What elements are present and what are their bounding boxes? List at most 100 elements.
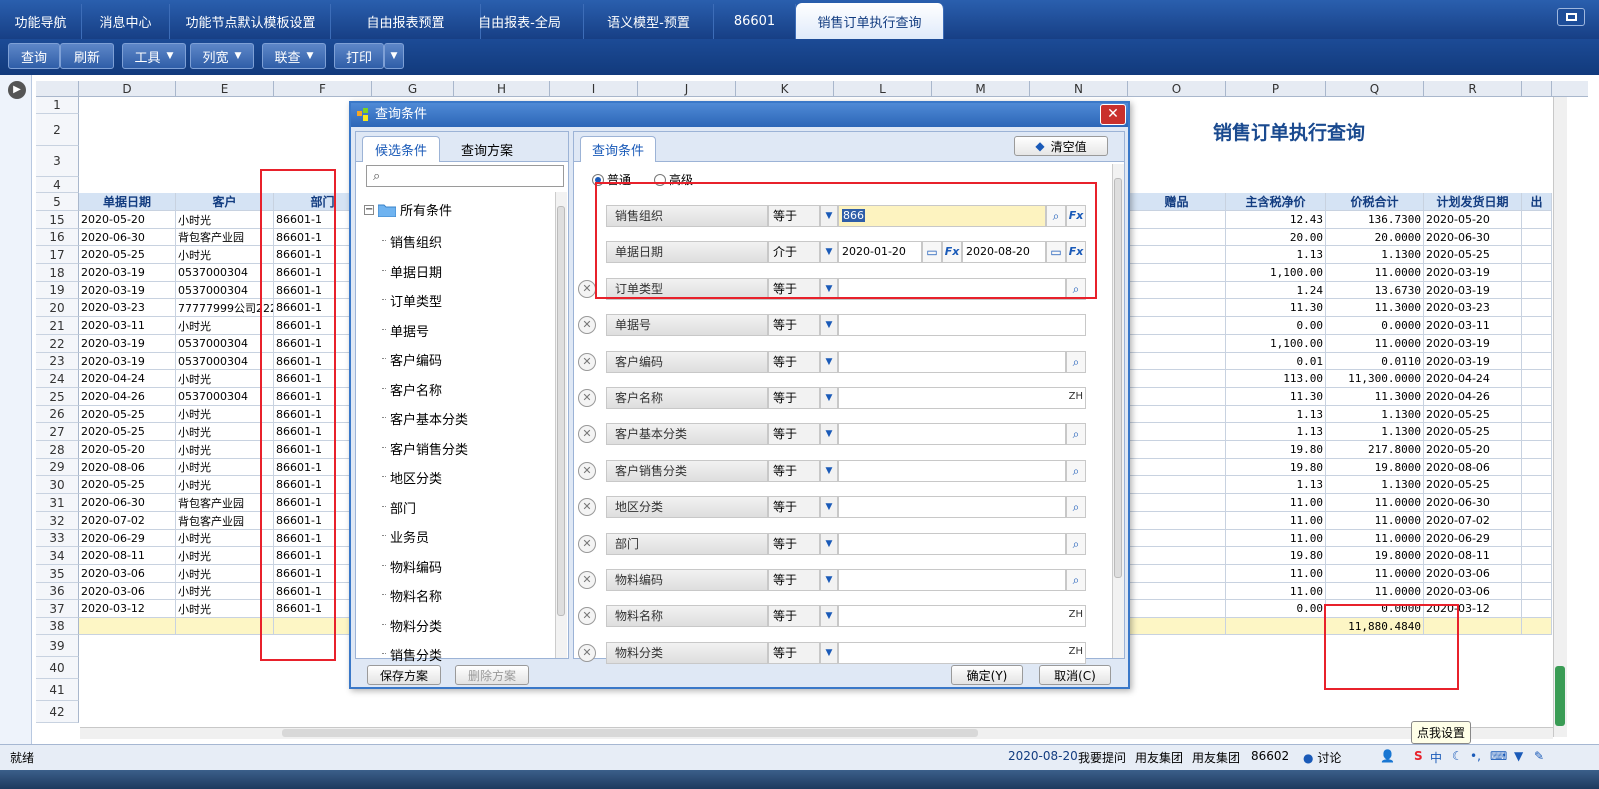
cell-empty[interactable] <box>1128 547 1226 565</box>
cell-net-price[interactable]: 11.00 <box>1226 530 1326 547</box>
vertical-scroll-thumb[interactable] <box>1555 666 1565 726</box>
corner-cell[interactable] <box>36 81 79 97</box>
dialog-title-bar[interactable]: 查询条件 <box>351 103 1128 127</box>
remove-condition-icon[interactable]: ✕ <box>578 498 596 517</box>
dialog-close-button[interactable]: ✕ <box>1100 104 1126 125</box>
condition-value-input[interactable] <box>838 387 1086 409</box>
cancel-button[interactable]: 取消(C) <box>1039 665 1111 685</box>
row-header[interactable]: 38 <box>36 618 79 635</box>
row-header[interactable]: 34 <box>36 547 79 565</box>
cell-date[interactable]: 2020-05-20 <box>79 441 176 459</box>
operator-select[interactable]: 等于 <box>768 350 820 373</box>
remove-condition-icon[interactable]: ✕ <box>578 607 596 626</box>
cell-total[interactable]: 13.6730 <box>1326 282 1424 299</box>
tree-item[interactable]: 物料名称 <box>381 586 442 605</box>
row-header[interactable]: 31 <box>36 494 79 512</box>
row-header[interactable]: 27 <box>36 423 79 441</box>
column-header[interactable]: I <box>550 81 638 97</box>
cell-empty[interactable] <box>1128 299 1226 317</box>
cell-empty[interactable] <box>1128 476 1226 494</box>
tree-item[interactable]: 订单类型 <box>381 291 442 310</box>
cell-net-price[interactable]: 11.30 <box>1226 299 1326 317</box>
horizontal-scroll-thumb[interactable] <box>282 729 978 737</box>
cell-date[interactable]: 2020-03-19 <box>79 264 176 282</box>
cell-empty[interactable] <box>1128 423 1226 441</box>
cell-net-price[interactable]: 113.00 <box>1226 370 1326 388</box>
cell-empty[interactable] <box>1128 264 1226 282</box>
tree-item[interactable]: 客户编码 <box>381 350 442 369</box>
cell-empty[interactable] <box>1128 512 1226 530</box>
cell-empty[interactable] <box>1128 317 1226 335</box>
cell-net-price[interactable]: 11.00 <box>1226 565 1326 583</box>
cell-ship-date[interactable]: 2020-05-20 <box>1424 441 1522 459</box>
moon-icon[interactable]: ☾ <box>1452 749 1463 763</box>
cell-empty[interactable] <box>1522 512 1552 530</box>
cell-empty[interactable] <box>1128 282 1226 299</box>
cell-total[interactable]: 11.0000 <box>1326 335 1424 353</box>
cell-empty[interactable] <box>1522 299 1552 317</box>
cell-ship-date[interactable]: 2020-03-19 <box>1424 264 1522 282</box>
row-header[interactable]: 15 <box>36 211 79 229</box>
column-header[interactable]: Q <box>1326 81 1424 97</box>
row-header[interactable]: 24 <box>36 370 79 388</box>
cell-date[interactable]: 2020-05-25 <box>79 423 176 441</box>
cell-empty[interactable] <box>1522 353 1552 370</box>
chevron-down-icon[interactable]: ▼ <box>820 387 838 409</box>
cell-date[interactable]: 2020-03-06 <box>79 583 176 600</box>
cell-ship-date[interactable]: 2020-03-19 <box>1424 353 1522 370</box>
operator-select[interactable]: 等于 <box>768 569 820 591</box>
cell-net-price[interactable]: 19.80 <box>1226 547 1326 565</box>
cell-empty[interactable] <box>1522 264 1552 282</box>
condition-value-input[interactable] <box>838 314 1086 337</box>
cell-total[interactable]: 19.8000 <box>1326 459 1424 476</box>
tree-root-all-conditions[interactable]: − 所有条件 <box>364 200 452 219</box>
cell-ship-date[interactable]: 2020-06-29 <box>1424 530 1522 547</box>
vertical-scrollbar[interactable] <box>1553 97 1567 737</box>
search-icon[interactable]: ⌕ <box>1066 532 1086 555</box>
language-switch[interactable]: ZH <box>1063 642 1083 664</box>
tree-item[interactable]: 部门 <box>381 498 416 517</box>
cell-total[interactable]: 217.8000 <box>1326 441 1424 459</box>
cell-empty[interactable] <box>1128 229 1226 246</box>
cell-empty[interactable] <box>1522 583 1552 600</box>
colwidth-menu-button[interactable]: 列宽 ▼ <box>190 43 254 69</box>
cell-ship-date[interactable]: 2020-03-19 <box>1424 335 1522 353</box>
cell-date[interactable]: 2020-05-25 <box>79 246 176 264</box>
cell-empty[interactable] <box>1522 494 1552 512</box>
row-header[interactable]: 4 <box>36 177 79 193</box>
cell-total[interactable]: 11.0000 <box>1326 565 1424 583</box>
row-header[interactable]: 26 <box>36 406 79 423</box>
row-header[interactable]: 22 <box>36 335 79 353</box>
cell-ship-date[interactable]: 2020-05-25 <box>1424 423 1522 441</box>
cell-empty[interactable] <box>1128 211 1226 229</box>
link-query-menu-button[interactable]: 联查 ▼ <box>262 43 326 69</box>
cell-date[interactable]: 2020-03-19 <box>79 335 176 353</box>
cell-total[interactable]: 1.1300 <box>1326 423 1424 441</box>
cell-empty[interactable] <box>1128 583 1226 600</box>
language-switch[interactable]: ZH <box>1063 605 1083 627</box>
cell-total[interactable]: 136.7300 <box>1326 211 1424 229</box>
row-header[interactable]: 3 <box>36 146 79 177</box>
cell-ship-date[interactable]: 2020-03-11 <box>1424 317 1522 335</box>
tab-4[interactable]: 自由报表-全局 <box>456 4 584 39</box>
chevron-down-icon[interactable]: ▼ <box>820 423 838 446</box>
row-header[interactable]: 36 <box>36 583 79 600</box>
row-header[interactable]: 1 <box>36 97 79 114</box>
cell-ship-date[interactable]: 2020-05-20 <box>1424 211 1522 229</box>
ime-logo-icon[interactable]: S <box>1414 749 1423 763</box>
tab-2[interactable]: 功能节点默认模板设置 <box>171 4 331 39</box>
tree-item[interactable]: 地区分类 <box>381 468 442 487</box>
tree-item[interactable]: 单据号 <box>381 321 429 340</box>
cell-date[interactable]: 2020-06-30 <box>79 494 176 512</box>
chevron-down-icon[interactable]: ▼ <box>820 641 838 664</box>
cell-net-price[interactable]: 1.13 <box>1226 476 1326 494</box>
cell-net-price[interactable]: 1,100.00 <box>1226 335 1326 353</box>
condition-value-input[interactable] <box>838 605 1086 628</box>
column-header[interactable]: M <box>932 81 1030 97</box>
conditions-scroll-thumb[interactable] <box>1114 178 1122 578</box>
cell-empty[interactable] <box>1522 423 1552 441</box>
chevron-down-icon[interactable]: ▼ <box>820 350 838 373</box>
cell-net-price[interactable]: 0.00 <box>1226 317 1326 335</box>
tab-0[interactable]: 功能导航 <box>0 4 82 39</box>
condition-value-input[interactable] <box>838 423 1066 446</box>
